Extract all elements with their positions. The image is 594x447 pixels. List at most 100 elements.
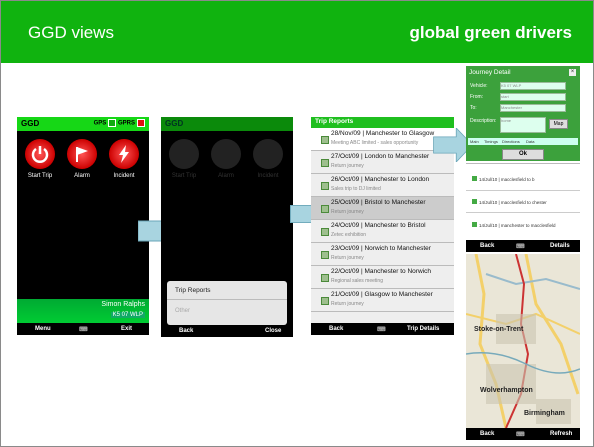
brand-title: global green drivers — [409, 23, 573, 42]
back-softkey[interactable]: Back — [480, 431, 494, 437]
trip-title: 26/Oct/09 | Manchester to London — [331, 176, 430, 183]
divider — [466, 190, 580, 191]
user-info-bar: Simon Ralphs K5 07 WLP — [17, 299, 149, 323]
flag-icon — [71, 143, 93, 165]
journey-icon — [472, 199, 477, 204]
incident-button[interactable] — [109, 139, 139, 169]
to-field[interactable]: Manchester — [500, 104, 566, 112]
app-title: GGD — [165, 119, 184, 128]
from-field[interactable]: start — [500, 93, 566, 101]
keyboard-icon: ⌨ — [516, 244, 525, 250]
tab-timings[interactable]: Timings — [484, 139, 498, 144]
soft-key-bar: Back ⌨ Refresh — [466, 428, 580, 440]
trip-icon — [321, 297, 329, 305]
trip-title: 24/Oct/09 | Manchester to Bristol — [331, 222, 426, 229]
divider — [466, 163, 580, 164]
back-softkey[interactable]: Back — [480, 243, 494, 249]
map-label-birmingham: Birmingham — [524, 410, 565, 417]
phone-main-screen: GGD GPS GPRS Start Trip Alarm Incident S… — [17, 117, 149, 335]
trip-icon — [321, 136, 329, 144]
trip-icon — [321, 159, 329, 167]
start-trip-button[interactable] — [25, 139, 55, 169]
app-title: GGD — [21, 119, 40, 128]
phone-journey-detail: Journey Detail × Vehicle: K5 07 WLP From… — [466, 66, 580, 252]
trip-row-selected[interactable]: 25/Oct/09 | Bristol to Manchester Return … — [311, 197, 454, 220]
incident-label: Incident — [257, 173, 279, 179]
from-label: From: — [470, 94, 484, 100]
vehicle-reg: K5 07 WLP — [110, 312, 145, 318]
trip-title: 23/Oct/09 | Norwich to Manchester — [331, 245, 431, 252]
trip-row[interactable]: 21/Oct/09 | Glasgow to Manchester Return … — [311, 289, 454, 312]
incident-label: Incident — [113, 173, 135, 179]
trip-details-softkey[interactable]: Trip Details — [407, 326, 439, 332]
refresh-softkey[interactable]: Refresh — [550, 431, 572, 437]
trip-row[interactable]: 22/Oct/09 | Manchester to Norwich Regiona… — [311, 266, 454, 289]
menu-item-other[interactable]: Other — [175, 308, 190, 314]
trip-subtitle: Regional sales meeting — [331, 278, 383, 284]
trip-row[interactable]: 23/Oct/09 | Norwich to Manchester Return … — [311, 243, 454, 266]
tab-data[interactable]: Data — [526, 139, 534, 144]
description-field[interactable]: home — [500, 117, 546, 133]
journey-title: 14/Jul/10 | macclesfield to chester — [479, 200, 547, 205]
journey-row[interactable]: 14/Jul/10 | macclesfield to b — [472, 176, 534, 182]
start-trip-button-dimmed — [169, 139, 199, 169]
start-trip-label: Start Trip — [171, 173, 197, 179]
trip-row[interactable]: 26/Oct/09 | Manchester to London Sales tr… — [311, 174, 454, 197]
gps-indicator-icon — [108, 119, 117, 127]
slide-title: GGD views — [28, 23, 114, 42]
trip-subtitle: Zetec exhibition — [331, 232, 367, 238]
soft-key-bar: Back ⌨ Trip Details — [311, 323, 454, 335]
tab-directions[interactable]: Directions — [502, 139, 520, 144]
incident-button-dimmed — [253, 139, 283, 169]
trip-title: 25/Oct/09 | Bristol to Manchester — [331, 199, 426, 206]
vehicle-field[interactable]: K5 07 WLP — [500, 82, 566, 90]
soft-key-bar: Menu ⌨ Exit — [17, 323, 149, 335]
close-icon[interactable]: × — [569, 69, 576, 76]
route-map[interactable] — [466, 254, 580, 428]
phone-menu-popup: GGD Start Trip Alarm Incident Trip Repor… — [161, 117, 293, 337]
trip-subtitle: Return journey — [331, 209, 364, 215]
exit-softkey[interactable]: Exit — [121, 326, 132, 332]
trip-subtitle: Meeting ABC limited - sales opportunity — [331, 140, 419, 146]
tab-main[interactable]: Main — [470, 139, 479, 144]
journey-row[interactable]: 14/Jul/10 | manchester to macclesfield — [472, 222, 555, 228]
trip-icon — [321, 228, 329, 236]
map-label-wolverhampton: Wolverhampton — [480, 387, 533, 394]
menu-softkey[interactable]: Menu — [35, 326, 51, 332]
gps-label: GPS — [93, 120, 107, 127]
journey-icon — [472, 176, 477, 181]
trip-icon — [321, 182, 329, 190]
description-label: Description: — [470, 118, 497, 124]
journey-title: 14/Jul/10 | macclesfield to b — [479, 177, 535, 182]
soft-key-bar: Back ⌨ Details — [466, 240, 580, 252]
keyboard-icon: ⌨ — [79, 327, 88, 333]
trip-icon — [321, 205, 329, 213]
power-icon — [29, 143, 51, 165]
back-softkey[interactable]: Back — [329, 326, 343, 332]
alarm-label: Alarm — [74, 173, 90, 179]
divider — [167, 299, 287, 300]
journey-row[interactable]: 14/Jul/10 | macclesfield to chester — [472, 199, 547, 205]
lightning-icon — [113, 143, 135, 165]
start-trip-label: Start Trip — [27, 173, 53, 179]
trip-subtitle: Return journey — [331, 301, 364, 307]
close-softkey[interactable]: Close — [265, 328, 281, 334]
keyboard-icon: ⌨ — [516, 432, 525, 438]
divider — [466, 212, 580, 213]
alarm-button[interactable] — [67, 139, 97, 169]
popup-menu: Trip Reports Other — [167, 281, 287, 325]
to-label: To: — [470, 105, 477, 111]
back-softkey[interactable]: Back — [179, 328, 193, 334]
ok-button[interactable]: Ok — [502, 149, 544, 160]
slide-header-bar: GGD views global green drivers — [1, 1, 593, 63]
menu-item-trip-reports[interactable]: Trip Reports — [175, 287, 211, 294]
tab-bar: Main Timings Directions Data — [468, 138, 578, 145]
trip-icon — [321, 251, 329, 259]
screen-title: Trip Reports — [315, 118, 354, 125]
phone-header: GGD — [161, 117, 293, 131]
keyboard-icon: ⌨ — [377, 327, 386, 333]
details-softkey[interactable]: Details — [550, 243, 570, 249]
trip-title: 28/Nov/09 | Manchester to Glasgow — [331, 130, 435, 137]
trip-row[interactable]: 24/Oct/09 | Manchester to Bristol Zetec e… — [311, 220, 454, 243]
map-button[interactable]: Map — [549, 119, 568, 129]
